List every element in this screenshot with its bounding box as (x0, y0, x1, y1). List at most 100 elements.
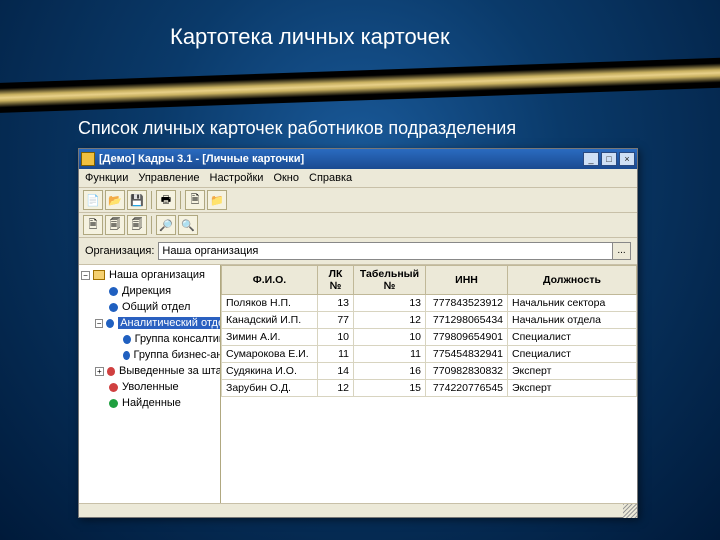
node-icon (106, 319, 114, 328)
cell-lk: 12 (318, 380, 354, 397)
slide-title: Картотека личных карточек (170, 24, 450, 50)
search-icon[interactable]: 🔍 (178, 215, 198, 235)
slide-subtitle: Список личных карточек работников подраз… (78, 118, 516, 139)
tree-item-dismissed[interactable]: Уволенные (79, 379, 220, 395)
save-icon[interactable]: 💾 (127, 190, 147, 210)
col-lk[interactable]: ЛК № (318, 266, 354, 295)
close-button[interactable]: × (619, 152, 635, 166)
resize-grip[interactable] (623, 504, 637, 518)
cell-inn: 779809654901 (426, 329, 508, 346)
cell-pos: Начальник сектора (508, 295, 637, 312)
table-row[interactable]: Канадский И.П.7712771298065434Начальник … (222, 312, 637, 329)
org-picker-button[interactable]: ... (613, 242, 631, 260)
table-row[interactable]: Зарубин О.Д.1215774220776545Эксперт (222, 380, 637, 397)
window-title: [Демо] Кадры 3.1 - [Личные карточки] (99, 153, 583, 165)
node-icon (123, 335, 131, 344)
folder-icon (93, 270, 105, 280)
new-icon[interactable]: 📄 (83, 190, 103, 210)
org-input[interactable] (158, 242, 613, 260)
separator (180, 191, 181, 209)
cell-pos: Начальник отдела (508, 312, 637, 329)
separator (151, 216, 152, 234)
menu-management[interactable]: Управление (138, 172, 199, 184)
cell-lk: 13 (318, 295, 354, 312)
toolbar-secondary: 🗎 🗐 🗐 🔎 🔍 (79, 213, 637, 238)
cell-fio: Сумарокова Е.И. (222, 346, 318, 363)
folder-icon[interactable]: 📁 (207, 190, 227, 210)
app-icon (81, 152, 95, 166)
menu-help[interactable]: Справка (309, 172, 352, 184)
menu-window[interactable]: Окно (273, 172, 299, 184)
cell-inn: 774220776545 (426, 380, 508, 397)
grid-header-row: Ф.И.О. ЛК № Табельный № ИНН Должность (222, 266, 637, 295)
cell-fio: Поляков Н.П. (222, 295, 318, 312)
table-row[interactable]: Судякина И.О.1416770982830832Эксперт (222, 363, 637, 380)
node-icon (109, 399, 118, 408)
tree-root[interactable]: − Наша организация (79, 267, 220, 283)
menu-functions[interactable]: Функции (85, 172, 128, 184)
table-row[interactable]: Зимин А.И.1010779809654901Специалист (222, 329, 637, 346)
menu-settings[interactable]: Настройки (210, 172, 264, 184)
cell-pos: Специалист (508, 346, 637, 363)
collapse-icon[interactable]: − (81, 271, 90, 280)
org-label: Организация: (85, 245, 154, 257)
tree-item-consulting[interactable]: Группа консалтинга (79, 331, 220, 347)
cell-pos: Эксперт (508, 363, 637, 380)
cell-fio: Судякина И.О. (222, 363, 318, 380)
cell-tab: 10 (354, 329, 426, 346)
minimize-button[interactable]: _ (583, 152, 599, 166)
cell-fio: Канадский И.П. (222, 312, 318, 329)
card-new-icon[interactable]: 🗎 (83, 215, 103, 235)
collapse-icon[interactable]: − (95, 319, 103, 328)
col-tab[interactable]: Табельный № (354, 266, 426, 295)
statusbar (79, 503, 637, 517)
col-fio[interactable]: Ф.И.О. (222, 266, 318, 295)
card-copy-icon[interactable]: 🗐 (127, 215, 147, 235)
node-icon (107, 367, 115, 376)
binoculars-icon[interactable]: 🔎 (156, 215, 176, 235)
cell-fio: Зимин А.И. (222, 329, 318, 346)
open-icon[interactable]: 📂 (105, 190, 125, 210)
tree-item-direction[interactable]: Дирекция (79, 283, 220, 299)
cell-lk: 77 (318, 312, 354, 329)
cell-tab: 11 (354, 346, 426, 363)
tree-item-found[interactable]: Найденные (79, 395, 220, 411)
tree-item-withdrawn[interactable]: + Выведенные за штат (79, 363, 220, 379)
org-tree[interactable]: − Наша организация Дирекция Общий отдел … (79, 265, 221, 503)
cell-tab: 16 (354, 363, 426, 380)
toolbar-main: 📄 📂 💾 🖶 🗎 📁 (79, 188, 637, 213)
card-edit-icon[interactable]: 🗐 (105, 215, 125, 235)
node-icon (109, 303, 118, 312)
cell-tab: 15 (354, 380, 426, 397)
cell-inn: 775454832941 (426, 346, 508, 363)
cell-inn: 777843523912 (426, 295, 508, 312)
col-pos[interactable]: Должность (508, 266, 637, 295)
cell-tab: 13 (354, 295, 426, 312)
table-row[interactable]: Поляков Н.П.1313777843523912Начальник се… (222, 295, 637, 312)
separator (151, 191, 152, 209)
node-icon (109, 287, 118, 296)
cell-inn: 771298065434 (426, 312, 508, 329)
decorative-ribbon (0, 56, 720, 115)
maximize-button[interactable]: □ (601, 152, 617, 166)
tree-item-business[interactable]: Группа бизнес-анализа (79, 347, 220, 363)
doc-icon[interactable]: 🗎 (185, 190, 205, 210)
table-row[interactable]: Сумарокова Е.И.1111775454832941Специалис… (222, 346, 637, 363)
cell-pos: Эксперт (508, 380, 637, 397)
node-icon (123, 351, 130, 360)
cell-lk: 11 (318, 346, 354, 363)
titlebar[interactable]: [Демо] Кадры 3.1 - [Личные карточки] _ □… (79, 149, 637, 169)
tree-item-general[interactable]: Общий отдел (79, 299, 220, 315)
expand-icon[interactable]: + (95, 367, 104, 376)
cell-lk: 14 (318, 363, 354, 380)
employee-grid[interactable]: Ф.И.О. ЛК № Табельный № ИНН Должность По… (221, 265, 637, 503)
node-icon (109, 383, 118, 392)
org-row: Организация: ... (79, 238, 637, 265)
cell-lk: 10 (318, 329, 354, 346)
print-icon[interactable]: 🖶 (156, 190, 176, 210)
tree-item-analytical[interactable]: − Аналитический отдел (79, 315, 220, 331)
col-inn[interactable]: ИНН (426, 266, 508, 295)
menubar: Функции Управление Настройки Окно Справк… (79, 169, 637, 188)
cell-inn: 770982830832 (426, 363, 508, 380)
cell-fio: Зарубин О.Д. (222, 380, 318, 397)
